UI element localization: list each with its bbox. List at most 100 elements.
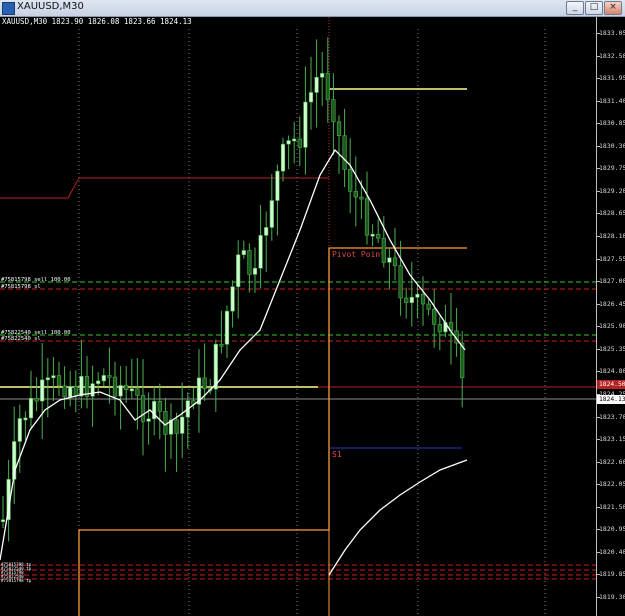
price-tick-label: 1820.95 xyxy=(599,525,625,534)
price-tick-label: 1827.55 xyxy=(599,254,625,263)
previous-high-line xyxy=(0,177,329,199)
bullish-candle xyxy=(230,286,235,312)
bullish-candle xyxy=(180,416,185,434)
bullish-candle xyxy=(292,138,297,142)
price-tick-label: 1820.40 xyxy=(599,547,625,556)
bearish-candle xyxy=(247,250,252,275)
bearish-candle xyxy=(342,135,347,170)
bearish-candle xyxy=(420,294,426,305)
symbol-quote-line: XAUUSD,M30 1823.90 1826.08 1823.66 1824.… xyxy=(2,17,192,26)
bearish-candle xyxy=(56,375,62,387)
price-tick-label: 1833.05 xyxy=(599,29,625,37)
bearish-candle xyxy=(135,388,140,396)
bullish-candle xyxy=(314,76,319,93)
bullish-candle xyxy=(51,375,56,379)
pivot-point-label: Pivot Point xyxy=(332,250,385,259)
bullish-candle xyxy=(17,418,22,442)
bearish-candle xyxy=(297,138,302,148)
bullish-candle xyxy=(96,380,101,384)
bearish-candle xyxy=(202,377,207,390)
price-tick-label: 1826.45 xyxy=(599,299,625,308)
bullish-candle xyxy=(129,388,134,392)
bullish-candle xyxy=(370,233,375,237)
price-tick-label: 1823.15 xyxy=(599,435,625,444)
moving-average-slow xyxy=(328,459,468,576)
bearish-candle xyxy=(157,401,162,412)
price-tick-label: 1828.65 xyxy=(599,209,625,218)
bearish-candle xyxy=(364,198,370,236)
bullish-candle xyxy=(23,417,28,421)
price-tick-label: 1825.35 xyxy=(599,344,625,353)
price-tick-label: 1830.85 xyxy=(599,119,625,128)
bullish-candle xyxy=(303,101,308,148)
bullish-candle xyxy=(68,386,73,398)
bearish-candle xyxy=(437,324,442,333)
price-axis[interactable]: 1833.05 1832.50 1831.95 1831.40 1830.85 1830.… xyxy=(596,17,625,616)
bullish-candle xyxy=(258,235,263,269)
chart-header: XAUUSD,M30 1823.90 1826.08 1823.66 1824.… xyxy=(0,17,596,29)
bullish-candle xyxy=(28,398,34,419)
bullish-candle xyxy=(320,73,325,78)
bullish-candle xyxy=(40,379,45,402)
price-tick-label: 1829.20 xyxy=(599,186,625,195)
bullish-candle xyxy=(252,267,258,275)
bearish-candle xyxy=(174,419,179,434)
bullish-candle xyxy=(0,519,6,523)
order-sl-label-2: #75822540 sl xyxy=(1,336,41,342)
order-sl-label-1: #75815798 sl xyxy=(1,284,41,290)
takeprofit-label: #75815798 tp xyxy=(1,578,32,583)
bullish-candle xyxy=(280,143,286,172)
bullish-candle xyxy=(236,254,241,288)
price-tick-label: 1823.70 xyxy=(599,412,625,421)
price-tick-label: 1829.75 xyxy=(599,164,625,173)
bearish-candle xyxy=(331,99,336,123)
bullish-candle xyxy=(101,375,106,382)
bearish-candle xyxy=(62,385,67,398)
s1-label: S1 xyxy=(332,450,342,459)
bearish-candle xyxy=(34,398,39,402)
bullish-candle xyxy=(118,385,123,397)
bullish-candle xyxy=(79,376,84,397)
bearish-candle xyxy=(219,343,224,347)
bullish-candle xyxy=(308,92,314,103)
price-tick-label: 1828.10 xyxy=(599,232,625,241)
bearish-candle xyxy=(348,169,353,192)
bearish-candle xyxy=(163,411,168,435)
bullish-candle xyxy=(275,170,280,201)
bullish-candle xyxy=(45,377,50,381)
bearish-candle xyxy=(392,257,398,267)
bearish-candle xyxy=(107,375,112,378)
price-tick-label: 1819.30 xyxy=(599,593,625,601)
bullish-candle xyxy=(269,200,274,228)
close-button[interactable]: × xyxy=(604,1,622,15)
bearish-candle xyxy=(398,265,403,299)
pivot-line xyxy=(78,247,467,616)
bearish-candle xyxy=(73,386,78,397)
bearish-candle xyxy=(124,385,129,391)
price-tick-label: 1822.05 xyxy=(599,480,625,489)
bullish-candle xyxy=(409,296,414,303)
bearish-candle xyxy=(381,237,386,263)
price-tick-label: 1831.40 xyxy=(599,96,625,105)
bullish-candle xyxy=(241,250,246,256)
bullish-candle xyxy=(224,310,230,345)
price-tick-label: 1825.90 xyxy=(599,322,625,331)
red-level-price-tag: 1824.50 xyxy=(597,379,625,389)
bullish-candle xyxy=(415,294,420,298)
price-tick-label: 1832.50 xyxy=(599,51,625,60)
bearish-candle xyxy=(359,196,364,200)
bullish-candle xyxy=(264,227,269,236)
price-tick-label: 1831.95 xyxy=(599,74,625,83)
bullish-candle xyxy=(146,418,151,422)
bearish-candle xyxy=(353,191,358,198)
bearish-candle xyxy=(426,303,431,310)
price-tick-label: 1819.85 xyxy=(599,570,625,579)
price-chart-canvas[interactable]: Pivot PointS1#75815798 sell 100.00#75815… xyxy=(0,0,596,616)
bearish-candle xyxy=(404,297,409,303)
bearish-candle xyxy=(376,233,381,239)
price-tick-label: 1821.50 xyxy=(599,502,625,511)
price-tick-label: 1830.30 xyxy=(599,141,625,150)
price-tick-label: 1824.80 xyxy=(599,367,625,376)
bearish-candle xyxy=(432,308,437,325)
bearish-candle xyxy=(140,395,146,422)
